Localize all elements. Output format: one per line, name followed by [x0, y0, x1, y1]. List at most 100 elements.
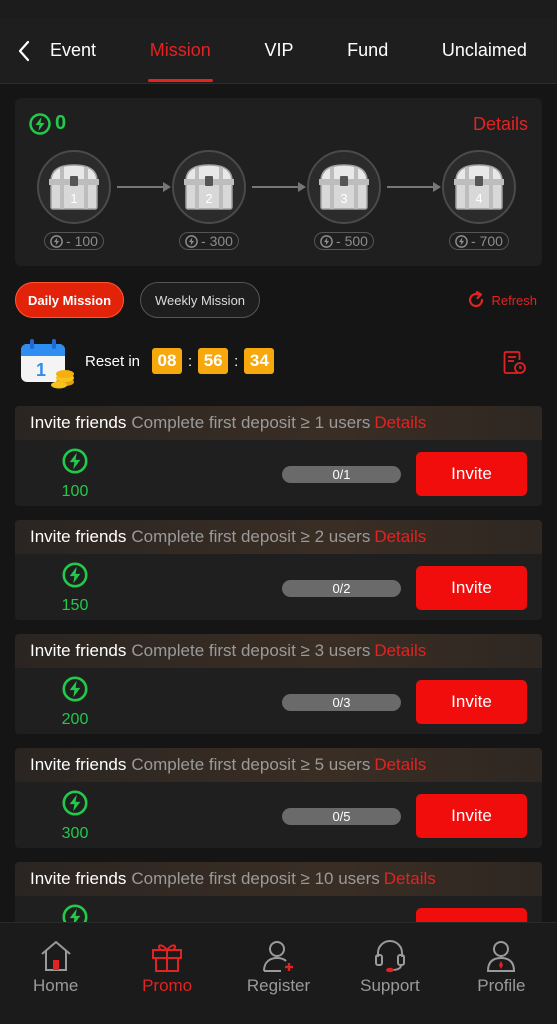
- tab-mission[interactable]: Mission: [147, 18, 213, 84]
- task-header: Invite friends Complete first deposit ≥ …: [15, 634, 542, 668]
- refresh-button[interactable]: Refresh: [466, 290, 537, 310]
- chest-3[interactable]: 3 - 500: [307, 150, 381, 253]
- reset-label: Reset in: [85, 353, 141, 370]
- task-description: Complete first deposit ≥ 1 users: [131, 413, 371, 432]
- invite-button[interactable]: Invite: [416, 566, 527, 610]
- task-title: Invite friends: [30, 869, 127, 888]
- task-reward-value: 150: [61, 597, 89, 614]
- task-reward: 200: [55, 676, 95, 729]
- task-description: Complete first deposit ≥ 5 users: [131, 755, 371, 774]
- task-card: Invite friends Complete first deposit ≥ …: [15, 634, 542, 734]
- invite-button[interactable]: [416, 908, 527, 922]
- energy-icon: [62, 448, 88, 474]
- chest-row: 1 - 100 2 - 300 3 - 500 4 - 700: [37, 150, 520, 260]
- chest-number: 1: [70, 191, 77, 206]
- countdown-timer: 08 : 56 : 34: [152, 348, 275, 374]
- mission-tabs: Daily Mission Weekly Mission Refresh: [15, 282, 542, 320]
- task-progress: 0/1: [282, 466, 401, 483]
- timer-separator: :: [234, 352, 239, 370]
- chest-cost: - 500: [314, 232, 374, 250]
- chest-2[interactable]: 2 - 300: [172, 150, 246, 253]
- task-card: Invite friends Complete first deposit ≥ …: [15, 748, 542, 848]
- history-button[interactable]: [501, 350, 527, 381]
- chest-cost: - 100: [44, 232, 104, 250]
- energy-icon: [455, 234, 468, 248]
- nav-register[interactable]: Register: [223, 923, 334, 1024]
- task-description: Complete first deposit ≥ 3 users: [131, 641, 371, 660]
- task-reward-value: 300: [61, 825, 89, 842]
- task-reward: 100: [55, 448, 95, 501]
- nav-promo[interactable]: Promo: [111, 923, 222, 1024]
- task-reward-value: 200: [61, 711, 89, 728]
- chest-number: 3: [340, 191, 347, 206]
- arrow-icon: [117, 182, 171, 192]
- task-header: Invite friends Complete first deposit ≥ …: [15, 748, 542, 782]
- nav-tabs: Event Mission VIP Fund Unclaimed: [48, 18, 557, 84]
- top-nav: Event Mission VIP Fund Unclaimed: [0, 18, 557, 84]
- invite-button[interactable]: Invite: [416, 680, 527, 724]
- treasure-chest-icon: 1: [49, 164, 99, 210]
- chest-details-link[interactable]: Details: [473, 114, 528, 135]
- timer-minutes: 56: [198, 348, 229, 374]
- headset-icon: [374, 940, 405, 973]
- chest-4[interactable]: 4 - 700: [442, 150, 516, 253]
- status-bar: [0, 0, 557, 18]
- tab-event[interactable]: Event: [48, 18, 98, 84]
- task-details-link[interactable]: Details: [374, 527, 426, 547]
- energy-icon: [62, 904, 88, 922]
- chest-cost: - 700: [449, 232, 509, 250]
- nav-profile-label: Profile: [477, 976, 526, 995]
- energy-icon: [320, 234, 333, 248]
- energy-icon: [29, 112, 51, 135]
- timer-hours: 08: [152, 348, 182, 374]
- task-details-link[interactable]: Details: [374, 413, 426, 433]
- weekly-mission-tab[interactable]: Weekly Mission: [140, 282, 260, 318]
- arrow-icon: [252, 182, 306, 192]
- tab-fund[interactable]: Fund: [345, 18, 390, 84]
- daily-mission-tab[interactable]: Daily Mission: [15, 282, 124, 318]
- refresh-icon: [469, 290, 484, 308]
- energy-icon: [62, 676, 88, 702]
- svg-text:1: 1: [36, 360, 46, 380]
- task-header: Invite friends Complete first deposit ≥ …: [15, 862, 542, 896]
- task-reward: [55, 904, 95, 922]
- task-details-link[interactable]: Details: [374, 641, 426, 661]
- invite-button[interactable]: Invite: [416, 452, 527, 496]
- back-button[interactable]: [0, 18, 48, 84]
- gift-icon: [152, 944, 183, 972]
- chest-number: 4: [475, 191, 482, 206]
- treasure-chest-icon: 3: [319, 164, 369, 210]
- chest-1[interactable]: 1 - 100: [37, 150, 111, 253]
- bottom-nav: Home Promo Register Support Profile: [0, 922, 557, 1024]
- chest-cost: - 300: [179, 232, 239, 250]
- nav-register-label: Register: [246, 976, 311, 995]
- tab-unclaimed[interactable]: Unclaimed: [440, 18, 529, 84]
- treasure-chest-icon: 2: [184, 164, 234, 210]
- chevron-left-icon: [18, 40, 30, 61]
- nav-promo-label: Promo: [142, 976, 193, 995]
- nav-profile[interactable]: Profile: [446, 923, 557, 1024]
- reset-row: 1 Reset in 08 : 56 : 34: [15, 336, 542, 392]
- tab-vip[interactable]: VIP: [262, 18, 295, 84]
- task-description: Complete first deposit ≥ 2 users: [131, 527, 371, 546]
- energy-total-value: 0: [55, 112, 67, 134]
- nav-support[interactable]: Support: [334, 923, 445, 1024]
- mission-content[interactable]: 0 Details 1 - 100 2 - 300 3 - 500 4 - 70…: [0, 85, 557, 922]
- task-progress: 0/2: [282, 580, 401, 597]
- home-icon: [41, 941, 71, 971]
- task-reward: 300: [55, 790, 95, 843]
- calendar-coins-icon: 1: [21, 339, 74, 389]
- profile-icon: [487, 941, 516, 972]
- invite-button[interactable]: Invite: [416, 794, 527, 838]
- treasure-chest-icon: 4: [454, 164, 504, 210]
- task-title: Invite friends: [30, 755, 127, 774]
- task-reward-value: 100: [61, 483, 89, 500]
- energy-icon: [50, 234, 63, 248]
- task-details-link[interactable]: Details: [374, 755, 426, 775]
- chest-number: 2: [205, 191, 212, 206]
- energy-icon: [62, 562, 88, 588]
- task-card: Invite friends Complete first deposit ≥ …: [15, 520, 542, 620]
- task-progress: 0/3: [282, 694, 401, 711]
- task-details-link[interactable]: Details: [384, 869, 436, 889]
- nav-home[interactable]: Home: [0, 923, 111, 1024]
